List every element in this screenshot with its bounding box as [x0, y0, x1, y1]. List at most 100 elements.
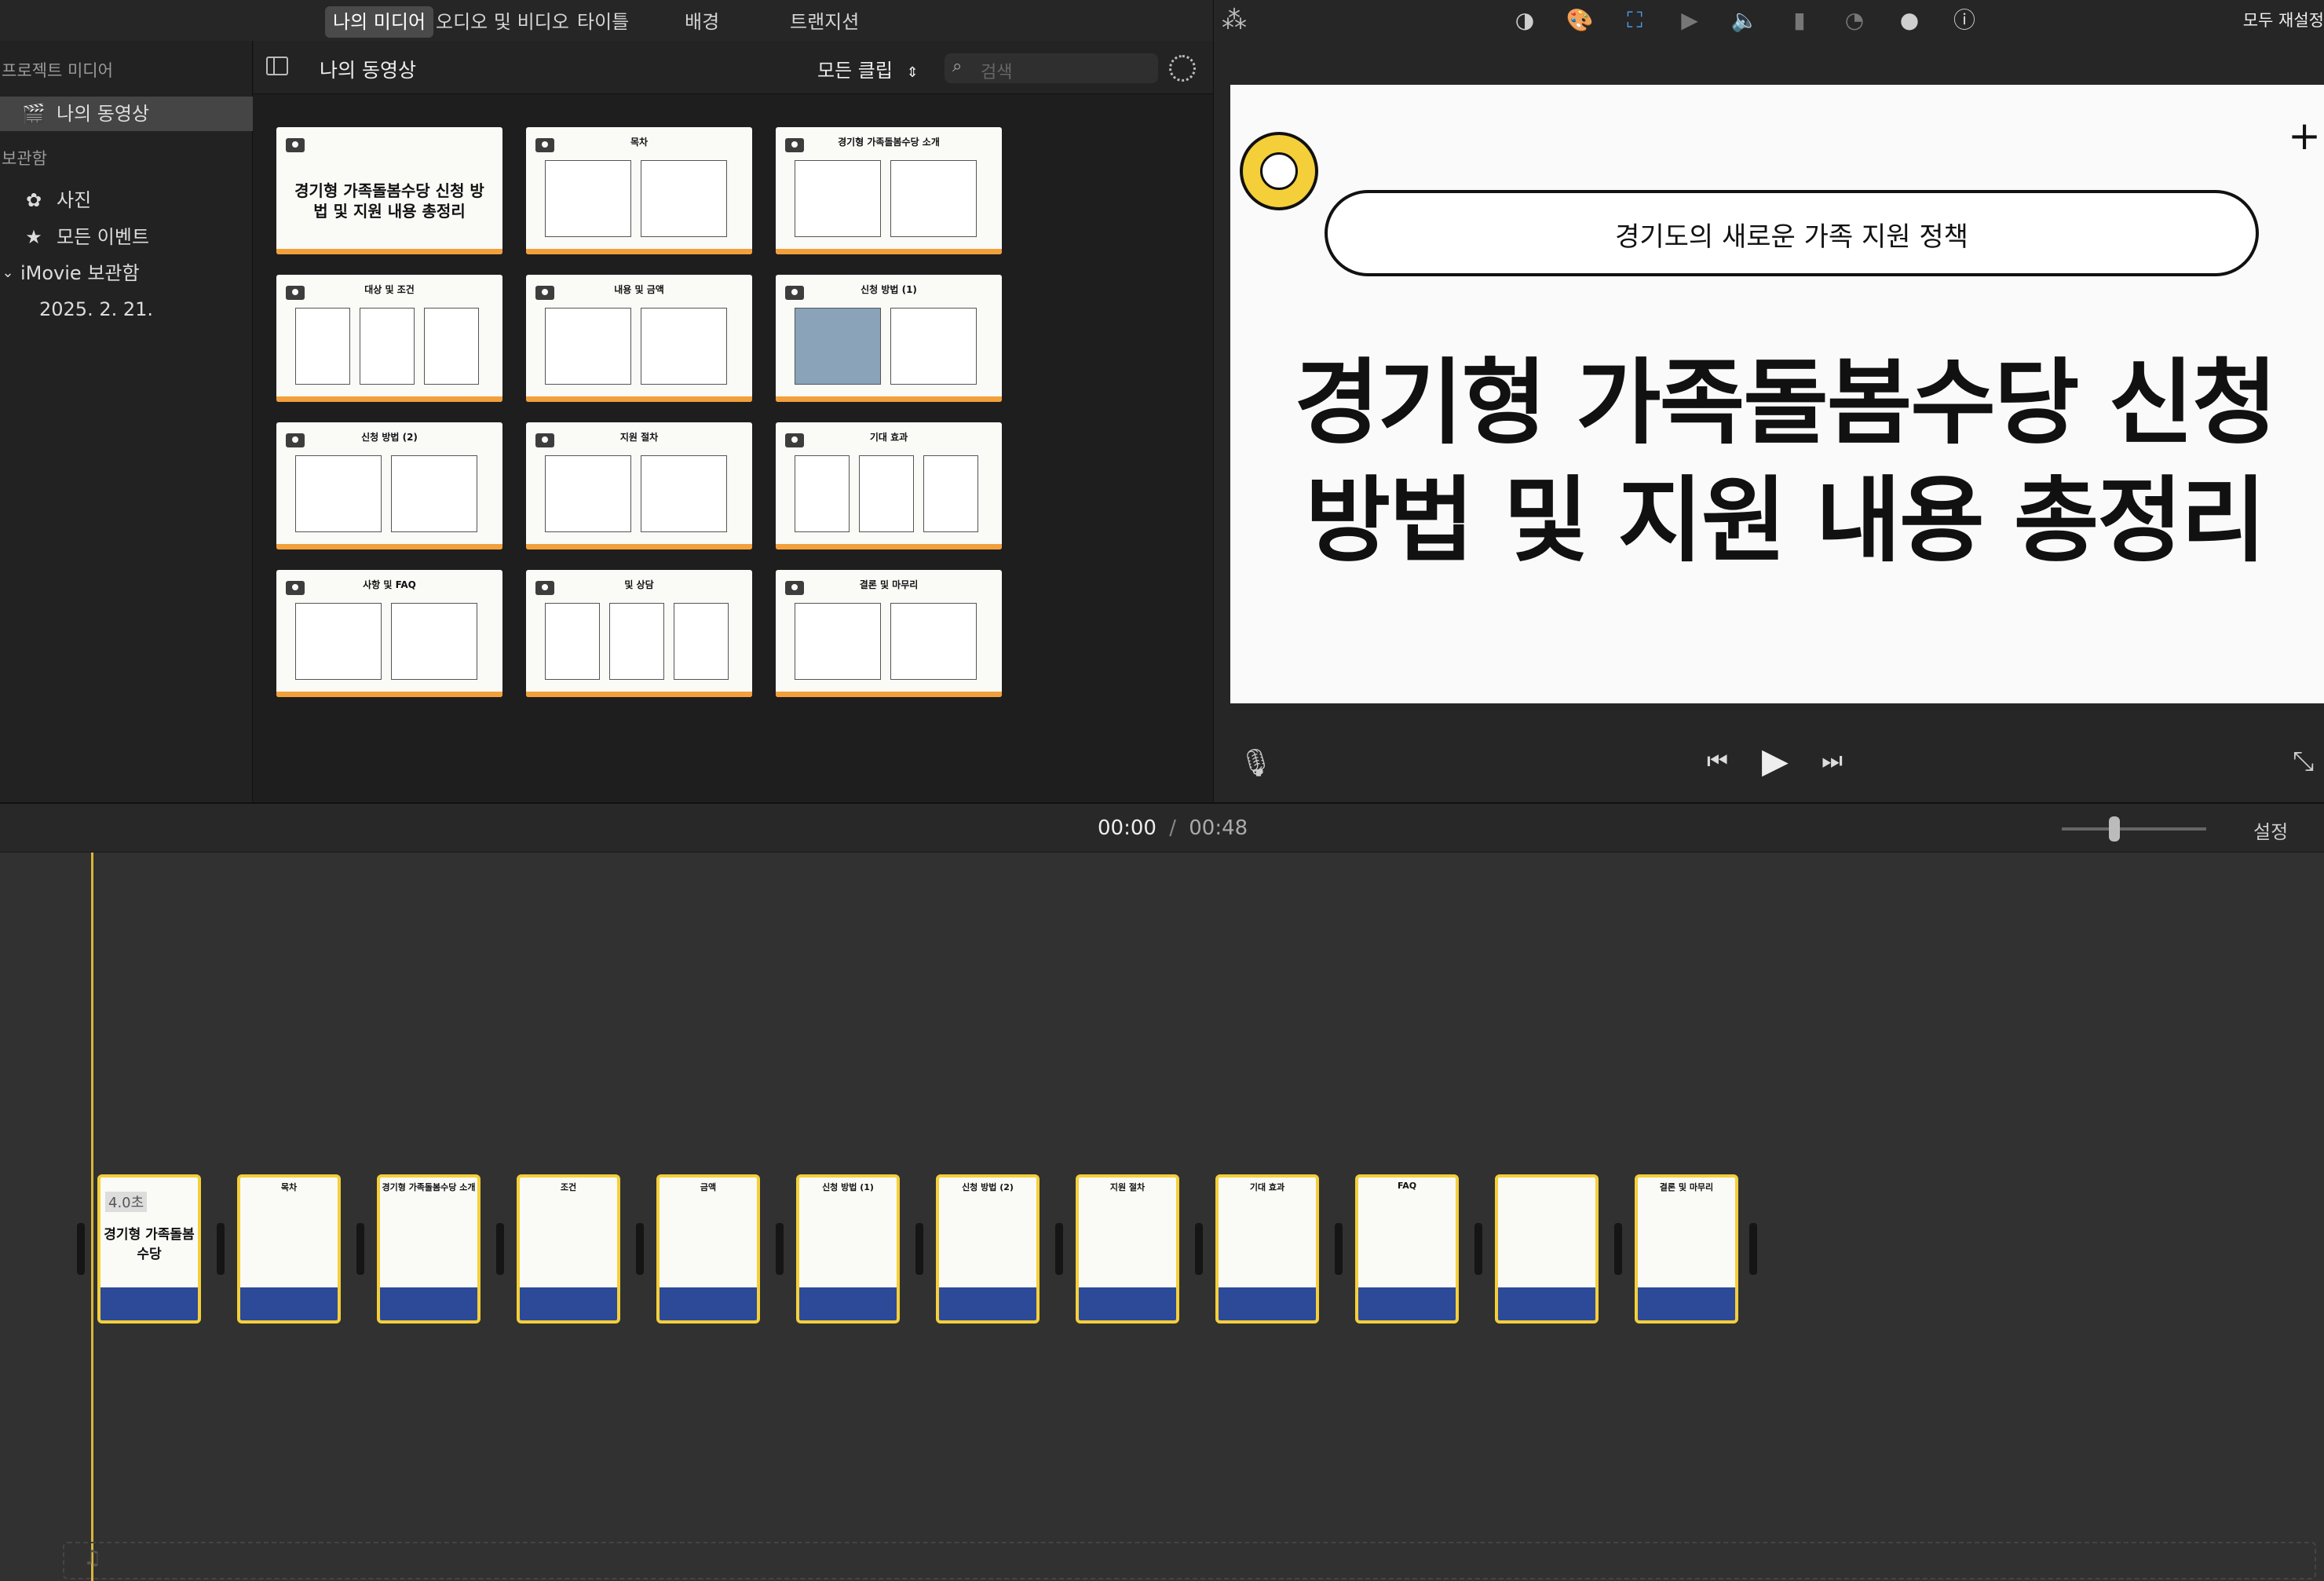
- timeline-clip[interactable]: 신청 방법 (1): [796, 1174, 900, 1324]
- media-thumbnail[interactable]: 지원 절차: [526, 422, 752, 550]
- thumbnail-title: 기대 효과: [869, 432, 908, 443]
- clip-trim-handle[interactable]: [776, 1223, 784, 1275]
- sidebar-item-all-events[interactable]: ★ 모든 이벤트: [0, 220, 253, 254]
- zoom-slider[interactable]: [2062, 816, 2206, 842]
- timeline-clip[interactable]: 결론 및 마무리: [1635, 1174, 1738, 1324]
- timeline-clip[interactable]: 금액: [656, 1174, 760, 1324]
- timeline-header: 00:00 / 00:48 설정: [0, 802, 2324, 853]
- sidebar-item-my-movie[interactable]: 🎬 나의 동영상: [0, 97, 253, 131]
- clip-trim-handle[interactable]: [1474, 1223, 1482, 1275]
- clip-trim-handle[interactable]: [496, 1223, 504, 1275]
- chevron-down-icon[interactable]: ⌄: [0, 256, 16, 290]
- timeline-clip[interactable]: 기대 효과: [1215, 1174, 1319, 1324]
- thumbnail-panel: [295, 308, 350, 385]
- sidebar-item-event-date[interactable]: 2025. 2. 21.: [0, 292, 253, 327]
- tab-audio-video[interactable]: 오디오 및 비디오: [428, 6, 577, 38]
- media-thumbnail[interactable]: 신청 방법 (2): [276, 422, 502, 550]
- tab-backgrounds[interactable]: 배경: [677, 6, 727, 38]
- play-button[interactable]: ▶: [1762, 741, 1789, 781]
- fullscreen-icon[interactable]: ⤡: [2293, 746, 2314, 777]
- thumbnail-panel: [609, 603, 664, 680]
- media-thumbnail[interactable]: 내용 및 금액: [526, 275, 752, 402]
- clip-audio-band: [100, 1287, 198, 1320]
- clip-trim-handle[interactable]: [1335, 1223, 1343, 1275]
- tab-transitions[interactable]: 트랜지션: [782, 6, 867, 38]
- thumbnail-accent-strip: [276, 396, 502, 402]
- magnifier-illustration: [1240, 132, 1318, 210]
- sidebar-item-photos[interactable]: ✿ 사진: [0, 183, 253, 217]
- media-thumbnail[interactable]: 사항 및 FAQ: [276, 570, 502, 697]
- slide-title: 경기형 가족돌봄수당 신청 방법 및 지원 내용 총정리: [1262, 344, 2308, 579]
- clip-title: 조건: [560, 1182, 577, 1192]
- timeline-settings-button[interactable]: 설정: [2253, 816, 2288, 844]
- speed-icon[interactable]: ◔: [1839, 8, 1870, 33]
- volume-icon[interactable]: 🔈: [1729, 8, 1760, 33]
- clip-filter-select[interactable]: 모든 클립 ⇕: [817, 55, 919, 82]
- sidebar-item-imovie-library[interactable]: ⌄ iMovie 보관함: [0, 256, 253, 290]
- media-thumbnail[interactable]: 경기형 가족돌봄수당 신청 방법 및 지원 내용 총정리: [276, 127, 502, 254]
- clip-audio-band: [1498, 1287, 1595, 1320]
- time-separator: /: [1169, 816, 1176, 840]
- magic-wand-icon[interactable]: ⁂: [1222, 5, 1247, 35]
- sidebar-item-label: 모든 이벤트: [57, 226, 150, 248]
- media-thumbnail[interactable]: 신청 방법 (1): [776, 275, 1002, 402]
- clip-trim-handle[interactable]: [1749, 1223, 1757, 1275]
- search-field[interactable]: ⌕ 검색: [945, 53, 1158, 83]
- color-balance-icon[interactable]: ◑: [1509, 8, 1540, 33]
- thumbnail-accent-strip: [776, 396, 1002, 402]
- thumbnail-panel: [545, 603, 600, 680]
- info-icon[interactable]: ⓘ: [1949, 8, 1980, 33]
- media-thumbnail[interactable]: 기대 효과: [776, 422, 1002, 550]
- timeline-clip[interactable]: 지원 절차: [1076, 1174, 1179, 1324]
- timeline-clip[interactable]: FAQ: [1355, 1174, 1459, 1324]
- camera-icon: [286, 138, 305, 152]
- microphone-icon[interactable]: 🎙: [1239, 747, 1273, 779]
- thumbnail-panel: [795, 308, 881, 385]
- thumbnail-title: 경기형 가족돌봄수당 신청 방법 및 지원 내용 총정리: [294, 181, 484, 221]
- timeline-clip[interactable]: 경기형 가족돌봄수당 4.0초: [97, 1174, 201, 1324]
- sidebar-item-label: 나의 동영상: [57, 103, 150, 125]
- clip-trim-handle[interactable]: [1614, 1223, 1622, 1275]
- clip-audio-band: [1079, 1287, 1176, 1320]
- color-correction-icon[interactable]: 🎨: [1564, 8, 1595, 33]
- timeline-clip[interactable]: 조건: [517, 1174, 620, 1324]
- timeline-clip[interactable]: [1495, 1174, 1599, 1324]
- slide-title-line2: 방법 및 지원 내용 총정리: [1305, 466, 2267, 575]
- audio-drop-zone[interactable]: ♫: [63, 1542, 2316, 1579]
- playhead[interactable]: [91, 853, 93, 1581]
- timeline-clip[interactable]: 경기형 가족돌봄수당 소개: [377, 1174, 481, 1324]
- clip-title: 결론 및 마무리: [1659, 1182, 1714, 1192]
- media-thumbnail[interactable]: 목차: [526, 127, 752, 254]
- media-thumbnail[interactable]: 경기형 가족돌봄수당 소개: [776, 127, 1002, 254]
- clip-trim-handle[interactable]: [1195, 1223, 1203, 1275]
- gear-icon[interactable]: [1169, 55, 1196, 82]
- media-thumbnail[interactable]: 대상 및 조건: [276, 275, 502, 402]
- skip-forward-icon[interactable]: ⏭: [1822, 747, 1843, 775]
- clip-trim-handle[interactable]: [636, 1223, 644, 1275]
- music-note-icon: ♫: [83, 1546, 102, 1570]
- clip-trim-handle[interactable]: [1055, 1223, 1063, 1275]
- timeline-clip[interactable]: 목차: [237, 1174, 341, 1324]
- clip-audio-band: [939, 1287, 1036, 1320]
- timeline-clip[interactable]: 신청 방법 (2): [936, 1174, 1040, 1324]
- equalizer-icon[interactable]: ▮: [1784, 8, 1815, 33]
- skip-back-icon[interactable]: ⏮: [1707, 747, 1728, 775]
- zoom-slider-thumb[interactable]: [2109, 816, 2120, 842]
- thumbnail-panel: [795, 603, 881, 680]
- thumbnail-title: 신청 방법 (2): [361, 432, 418, 443]
- stabilization-icon[interactable]: ▶: [1674, 8, 1705, 33]
- media-thumbnail[interactable]: 및 상담: [526, 570, 752, 697]
- clip-trim-handle[interactable]: [915, 1223, 923, 1275]
- thumbnail-panel: [890, 308, 977, 385]
- tab-my-media[interactable]: 나의 미디어: [325, 6, 434, 38]
- media-thumbnail[interactable]: 결론 및 마무리: [776, 570, 1002, 697]
- clip-trim-handle[interactable]: [217, 1223, 225, 1275]
- crop-icon[interactable]: ⛶: [1619, 8, 1650, 33]
- clip-trim-handle[interactable]: [356, 1223, 364, 1275]
- reset-all-button[interactable]: 모두 재설정: [2243, 8, 2324, 31]
- tab-titles[interactable]: 타이틀: [569, 6, 637, 38]
- clip-trim-handle[interactable]: [77, 1223, 85, 1275]
- sidebar-toggle-icon[interactable]: [266, 57, 288, 75]
- total-time: 00:48: [1189, 816, 1248, 840]
- clip-filter-icon[interactable]: ●: [1894, 8, 1925, 33]
